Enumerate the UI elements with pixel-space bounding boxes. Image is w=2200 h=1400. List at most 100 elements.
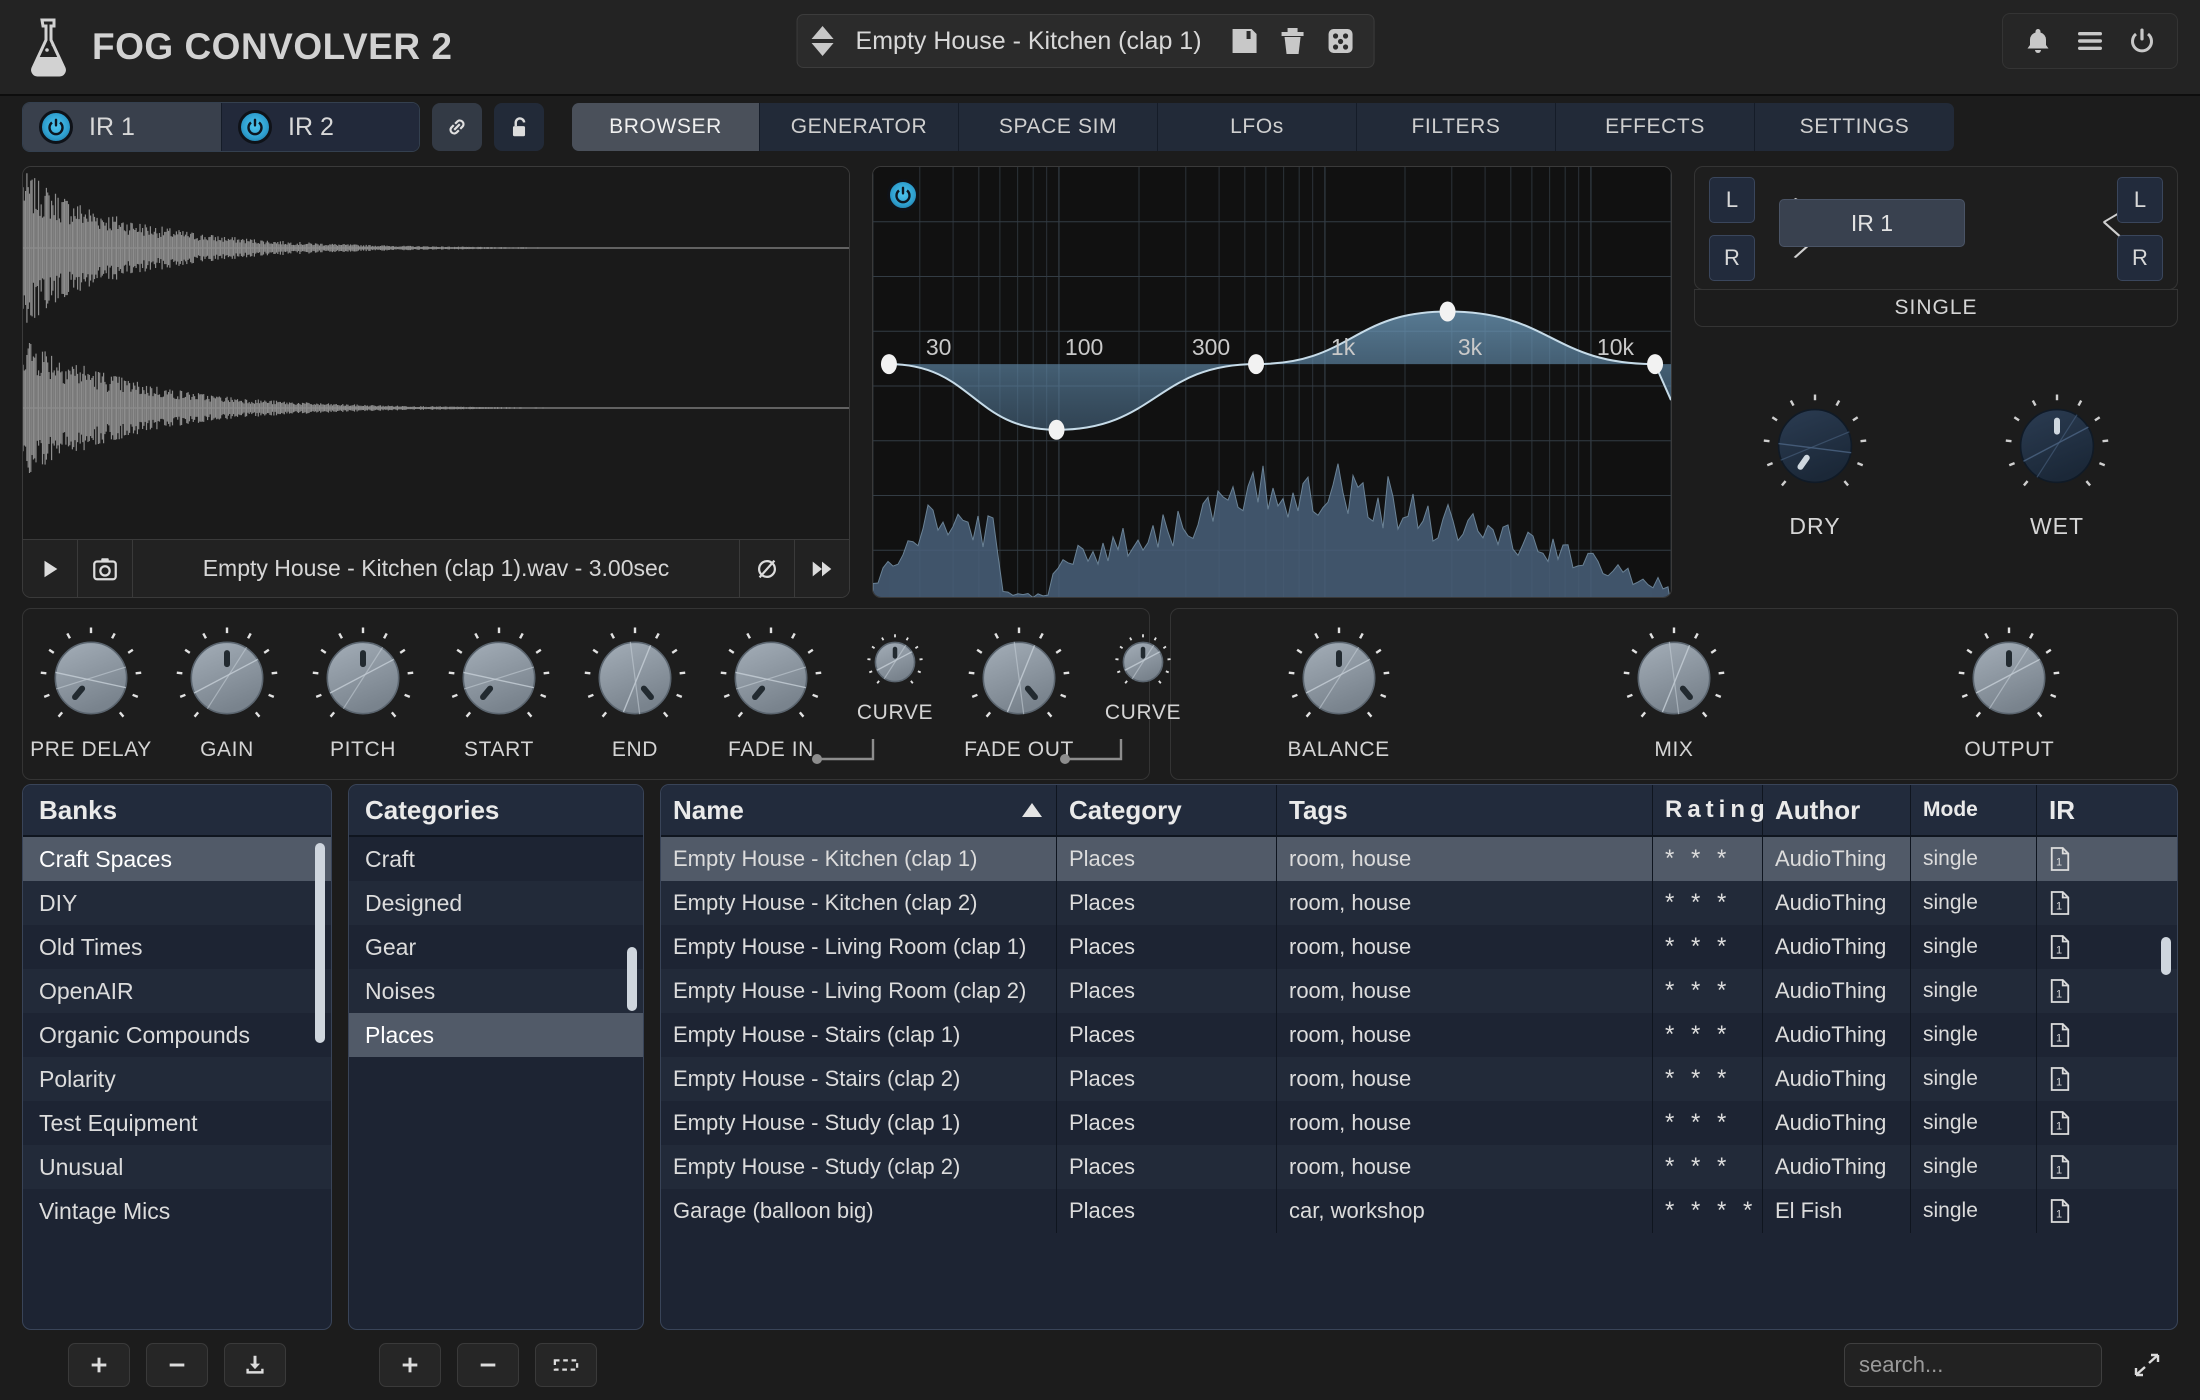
hamburger-menu-icon[interactable]	[2073, 24, 2107, 58]
unlocked-padlock-icon[interactable]	[494, 103, 544, 151]
output-left-label[interactable]: L	[2117, 177, 2163, 223]
fade-out-curve-knob[interactable]	[1115, 634, 1171, 695]
category-remove-button[interactable]	[457, 1343, 519, 1387]
ir-file-icon[interactable]: 1	[2037, 837, 2127, 881]
ir-file-icon[interactable]: 1	[2037, 1101, 2127, 1145]
category-item[interactable]: Noises	[349, 969, 643, 1013]
ir-file-icon[interactable]: 1	[2037, 1057, 2127, 1101]
bell-icon[interactable]	[2021, 24, 2055, 58]
output-right-label[interactable]: R	[2117, 235, 2163, 281]
categories-scrollbar[interactable]	[627, 947, 637, 1011]
fade-in-knob[interactable]	[720, 627, 822, 734]
bank-add-button[interactable]	[68, 1343, 130, 1387]
ir-file-icon[interactable]: 1	[2037, 1013, 2127, 1057]
bank-item[interactable]: Test Equipment	[23, 1101, 331, 1145]
camera-icon[interactable]	[78, 540, 132, 598]
start-knob[interactable]	[448, 627, 550, 734]
bank-item[interactable]: Vintage Mics	[23, 1189, 331, 1233]
banks-list[interactable]: Craft SpacesDIYOld TimesOpenAIROrganic C…	[23, 837, 331, 1329]
ir-file-icon[interactable]: 1	[2037, 969, 2127, 1013]
table-column-rating[interactable]: Rating	[1653, 785, 1763, 835]
routing-ir-label[interactable]: IR 1	[1779, 199, 1965, 247]
table-row[interactable]: Empty House - Study (clap 2)Placesroom, …	[661, 1145, 2177, 1189]
category-item[interactable]: Places	[349, 1013, 643, 1057]
triangle-down-icon[interactable]	[812, 43, 834, 56]
ir-tab-1[interactable]: IR 1	[23, 103, 221, 151]
table-row[interactable]: Garage (balloon big)Placescar, workshop*…	[661, 1189, 2177, 1233]
table-column-mode[interactable]: Mode	[1911, 785, 2037, 835]
table-column-name[interactable]: Name	[661, 785, 1057, 835]
ir-file-icon[interactable]: 1	[2037, 1145, 2127, 1189]
routing-matrix[interactable]: L R L R IR 1	[1694, 166, 2178, 290]
ir-file-icon[interactable]: 1	[2037, 1189, 2127, 1233]
input-left-label[interactable]: L	[1709, 177, 1755, 223]
bank-remove-button[interactable]	[146, 1343, 208, 1387]
dice-icon[interactable]	[1324, 24, 1358, 58]
wet-knob[interactable]	[2005, 394, 2109, 503]
waveform-display[interactable]	[23, 167, 849, 539]
link-chain-icon[interactable]	[432, 103, 482, 151]
phase-invert-icon[interactable]	[740, 540, 794, 598]
table-row[interactable]: Empty House - Living Room (clap 2)Places…	[661, 969, 2177, 1013]
ir-file-icon[interactable]: 1	[2037, 881, 2127, 925]
tab-browser[interactable]: BROWSER	[572, 103, 760, 151]
bank-import-button[interactable]	[224, 1343, 286, 1387]
preset-stepper[interactable]	[804, 26, 844, 56]
preset-name[interactable]: Empty House - Kitchen (clap 1)	[844, 27, 1214, 56]
category-item[interactable]: Craft	[349, 837, 643, 881]
end-knob[interactable]	[584, 627, 686, 734]
category-item[interactable]: Designed	[349, 881, 643, 925]
table-scrollbar[interactable]	[2161, 937, 2171, 975]
table-row[interactable]: Empty House - Stairs (clap 2)Placesroom,…	[661, 1057, 2177, 1101]
bank-item[interactable]: Craft Spaces	[23, 837, 331, 881]
tab-generator[interactable]: GENERATOR	[760, 103, 959, 151]
balance-knob[interactable]	[1288, 627, 1390, 734]
table-body[interactable]: Empty House - Kitchen (clap 1)Placesroom…	[661, 837, 2177, 1329]
gain-knob[interactable]	[176, 627, 278, 734]
pre-delay-knob[interactable]	[40, 627, 142, 734]
eq-power-toggle[interactable]	[887, 179, 919, 211]
bank-item[interactable]: Organic Compounds	[23, 1013, 331, 1057]
table-column-tags[interactable]: Tags	[1277, 785, 1653, 835]
dashed-rect-icon[interactable]	[535, 1343, 597, 1387]
floppy-disk-icon[interactable]	[1228, 24, 1262, 58]
table-row[interactable]: Empty House - Stairs (clap 1)Placesroom,…	[661, 1013, 2177, 1057]
mix-knob[interactable]	[1623, 627, 1725, 734]
pitch-knob[interactable]	[312, 627, 414, 734]
ir2-power-toggle[interactable]	[238, 110, 272, 144]
bank-item[interactable]: Old Times	[23, 925, 331, 969]
tab-filters[interactable]: FILTERS	[1357, 103, 1556, 151]
triangle-up-icon[interactable]	[812, 26, 834, 39]
category-add-button[interactable]	[379, 1343, 441, 1387]
table-row[interactable]: Empty House - Living Room (clap 1)Places…	[661, 925, 2177, 969]
fast-forward-icon[interactable]	[795, 540, 849, 598]
ir-file-icon[interactable]: 1	[2037, 925, 2127, 969]
power-icon[interactable]	[2125, 24, 2159, 58]
categories-list[interactable]: CraftDesignedGearNoisesPlaces	[349, 837, 643, 1329]
fade-out-knob[interactable]	[968, 627, 1070, 734]
table-row[interactable]: Empty House - Kitchen (clap 2)Placesroom…	[661, 881, 2177, 925]
tab-settings[interactable]: SETTINGS	[1755, 103, 1954, 151]
table-column-author[interactable]: Author	[1763, 785, 1911, 835]
category-item[interactable]: Gear	[349, 925, 643, 969]
tab-lfos[interactable]: LFOs	[1158, 103, 1357, 151]
tab-space-sim[interactable]: SPACE SIM	[959, 103, 1158, 151]
ir-tab-2[interactable]: IR 2	[221, 103, 419, 151]
input-right-label[interactable]: R	[1709, 235, 1755, 281]
routing-mode[interactable]: SINGLE	[1694, 289, 2178, 327]
banks-scrollbar[interactable]	[315, 843, 325, 1043]
bank-item[interactable]: DIY	[23, 881, 331, 925]
resize-diagonal-icon[interactable]	[2116, 1343, 2178, 1387]
trash-icon[interactable]	[1276, 24, 1310, 58]
bank-item[interactable]: Polarity	[23, 1057, 331, 1101]
table-column-category[interactable]: Category	[1057, 785, 1277, 835]
table-row[interactable]: Empty House - Kitchen (clap 1)Placesroom…	[661, 837, 2177, 881]
table-column-ir[interactable]: IR	[2037, 785, 2127, 835]
table-row[interactable]: Empty House - Study (clap 1)Placesroom, …	[661, 1101, 2177, 1145]
ir1-power-toggle[interactable]	[39, 110, 73, 144]
search-input[interactable]	[1844, 1343, 2102, 1387]
eq-panel[interactable]: 301003001k3k10k	[872, 166, 1672, 598]
fade-in-curve-knob[interactable]	[867, 634, 923, 695]
tab-effects[interactable]: EFFECTS	[1556, 103, 1755, 151]
dry-knob[interactable]	[1763, 394, 1867, 503]
